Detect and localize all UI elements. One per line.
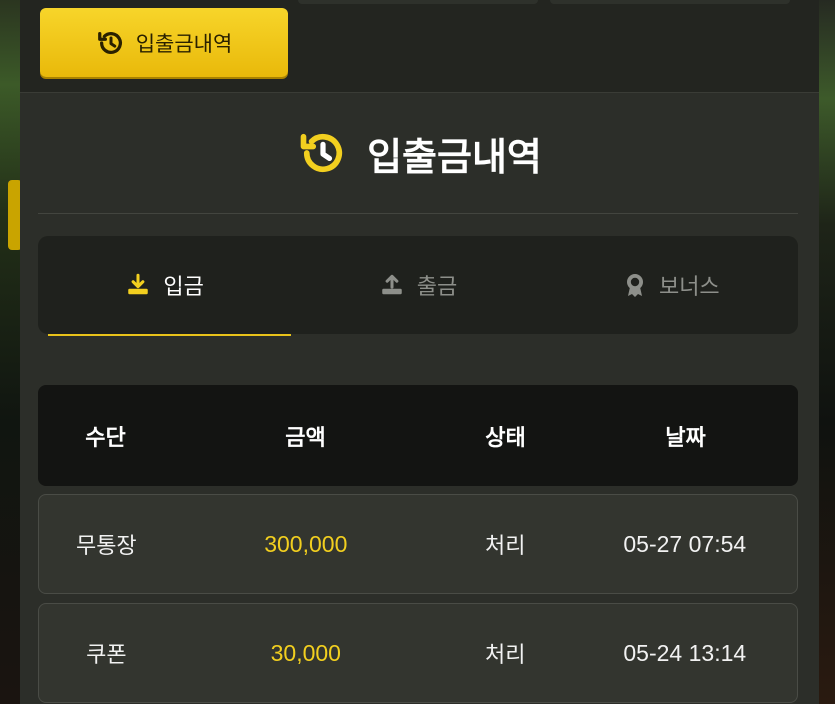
history-icon bbox=[96, 28, 126, 58]
tab-deposit[interactable]: 입금 bbox=[38, 236, 292, 336]
top-nav-pill bbox=[298, 0, 538, 4]
header-status: 상태 bbox=[485, 425, 526, 451]
row-amount: 30,000 bbox=[270, 639, 341, 666]
row-amount: 300,000 bbox=[264, 530, 348, 557]
download-icon bbox=[125, 272, 151, 298]
award-icon bbox=[623, 272, 647, 298]
header-date: 날짜 bbox=[665, 425, 706, 451]
tab-deposit-label: 입금 bbox=[163, 275, 204, 300]
row-date: 05-24 13:14 bbox=[623, 639, 747, 666]
row-method: 무통장 bbox=[75, 534, 137, 559]
page-title: 입출금내역 bbox=[20, 93, 819, 213]
tab-withdraw-label: 출금 bbox=[416, 275, 458, 300]
divider bbox=[38, 213, 798, 214]
tab-bonus-label: 보너스 bbox=[658, 275, 720, 300]
row-status: 처리 bbox=[485, 643, 526, 668]
row-status: 처리 bbox=[485, 534, 526, 559]
tab-bar: 입금 출금 보너스 bbox=[38, 236, 798, 336]
background-left bbox=[0, 0, 22, 704]
tab-withdraw[interactable]: 출금 bbox=[291, 236, 544, 334]
tab-bonus[interactable]: 보너스 bbox=[545, 236, 798, 334]
table-row: 쿠폰 30,000 처리 05-24 13:14 bbox=[38, 603, 798, 703]
page-title-text: 입출금내역 bbox=[367, 134, 542, 179]
table-row: 무통장 300,000 처리 05-27 07:54 bbox=[38, 494, 798, 594]
upload-icon bbox=[379, 272, 405, 298]
table-header: 수단 금액 상태 날짜 bbox=[38, 385, 798, 486]
background-right bbox=[819, 0, 835, 704]
history-icon bbox=[297, 127, 349, 179]
history-button-label: 입출금내역 bbox=[135, 31, 233, 56]
row-method: 쿠폰 bbox=[86, 643, 127, 668]
header-method: 수단 bbox=[85, 425, 126, 451]
history-panel: 입출금내역 입금 출금 보너스 수단 금액 상태 날짜 무통장 300,000 … bbox=[20, 92, 819, 704]
row-date: 05-27 07:54 bbox=[623, 530, 747, 557]
header-amount: 금액 bbox=[285, 425, 326, 451]
history-button[interactable]: 입출금내역 bbox=[40, 8, 288, 77]
top-nav-pill bbox=[550, 0, 790, 4]
